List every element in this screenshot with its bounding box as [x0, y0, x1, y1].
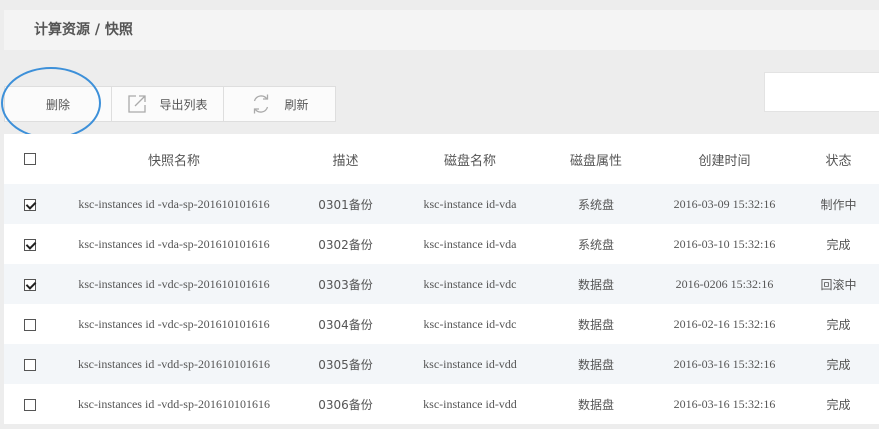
snapshot-description: 0304备份: [292, 304, 399, 344]
page-header: 计算资源 / 快照: [4, 10, 879, 50]
snapshot-description: 0302备份: [292, 224, 399, 264]
snapshot-name: ksc-instances id -vda-sp-201610101616: [56, 184, 292, 224]
disk-name: ksc-instance id-vdd: [399, 344, 541, 384]
row-checkbox[interactable]: [24, 238, 36, 251]
snapshot-name: ksc-instances id -vdc-sp-201610101616: [56, 264, 292, 304]
created-time: 2016-03-10 15:32:16: [651, 224, 798, 264]
column-header-disk-attribute: 磁盘属性: [541, 134, 651, 184]
export-list-button[interactable]: 导出列表: [112, 86, 224, 122]
disk-attribute: 数据盘: [541, 304, 651, 344]
refresh-icon: [254, 94, 269, 114]
table-row[interactable]: ksc-instances id -vda-sp-201610101616 03…: [4, 184, 879, 224]
created-time: 2016-03-09 15:32:16: [651, 184, 798, 224]
column-header-disk-name: 磁盘名称: [399, 134, 541, 184]
select-all-cell: [4, 134, 56, 184]
created-time: 2016-03-16 15:32:16: [651, 384, 798, 424]
snapshot-table: 快照名称 描述 磁盘名称 磁盘属性 创建时间 状态 ksc-instances …: [4, 134, 879, 424]
row-checkbox[interactable]: [24, 198, 36, 211]
disk-attribute: 数据盘: [541, 344, 651, 384]
table-row[interactable]: ksc-instances id -vdd-sp-201610101616 03…: [4, 384, 879, 424]
table-row[interactable]: ksc-instances id -vda-sp-201610101616 03…: [4, 224, 879, 264]
status: 完成: [798, 344, 879, 384]
snapshot-description: 0301备份: [292, 184, 399, 224]
disk-attribute: 系统盘: [541, 224, 651, 264]
snapshot-description: 0303备份: [292, 264, 399, 304]
snapshot-name: ksc-instances id -vdd-sp-201610101616: [56, 344, 292, 384]
column-header-status: 状态: [798, 134, 879, 184]
column-header-snapshot-name: 快照名称: [56, 134, 292, 184]
breadcrumb: 计算资源 / 快照: [34, 22, 133, 38]
refresh-label: 刷新: [284, 97, 309, 112]
disk-name: ksc-instance id-vda: [399, 224, 541, 264]
status: 完成: [798, 384, 879, 424]
disk-name: ksc-instance id-vdd: [399, 384, 541, 424]
refresh-button[interactable]: 刷新: [224, 86, 336, 122]
snapshot-name: ksc-instances id -vdc-sp-201610101616: [56, 304, 292, 344]
row-checkbox[interactable]: [24, 398, 36, 411]
status: 制作中: [798, 184, 879, 224]
disk-name: ksc-instance id-vda: [399, 184, 541, 224]
created-time: 2016-02-16 15:32:16: [651, 304, 798, 344]
disk-attribute: 系统盘: [541, 184, 651, 224]
delete-button[interactable]: 删除: [4, 86, 112, 122]
export-icon: [128, 95, 147, 113]
row-checkbox[interactable]: [24, 318, 36, 331]
search-input[interactable]: [764, 72, 879, 112]
column-header-description: 描述: [292, 134, 399, 184]
select-all-checkbox[interactable]: [24, 153, 36, 165]
disk-name: ksc-instance id-vdc: [399, 304, 541, 344]
snapshot-name: ksc-instances id -vdd-sp-201610101616: [56, 384, 292, 424]
column-header-created-time: 创建时间: [651, 134, 798, 184]
disk-name: ksc-instance id-vdc: [399, 264, 541, 304]
snapshot-name: ksc-instances id -vda-sp-201610101616: [56, 224, 292, 264]
disk-attribute: 数据盘: [541, 264, 651, 304]
table-row[interactable]: ksc-instances id -vdc-sp-201610101616 03…: [4, 304, 879, 344]
table-row[interactable]: ksc-instances id -vdc-sp-201610101616 03…: [4, 264, 879, 304]
row-checkbox[interactable]: [24, 358, 36, 371]
created-time: 2016-03-16 15:32:16: [651, 344, 798, 384]
disk-attribute: 数据盘: [541, 384, 651, 424]
export-list-label: 导出列表: [159, 97, 208, 112]
snapshot-description: 0305备份: [292, 344, 399, 384]
table-row[interactable]: ksc-instances id -vdd-sp-201610101616 03…: [4, 344, 879, 384]
toolbar: 删除 导出列表 刷新: [4, 86, 336, 124]
created-time: 2016-0206 15:32:16: [651, 264, 798, 304]
status: 回滚中: [798, 264, 879, 304]
snapshot-description: 0306备份: [292, 384, 399, 424]
row-checkbox[interactable]: [24, 278, 36, 291]
status: 完成: [798, 304, 879, 344]
table-header-row: 快照名称 描述 磁盘名称 磁盘属性 创建时间 状态: [4, 134, 879, 184]
status: 完成: [798, 224, 879, 264]
delete-button-label: 删除: [45, 97, 70, 112]
